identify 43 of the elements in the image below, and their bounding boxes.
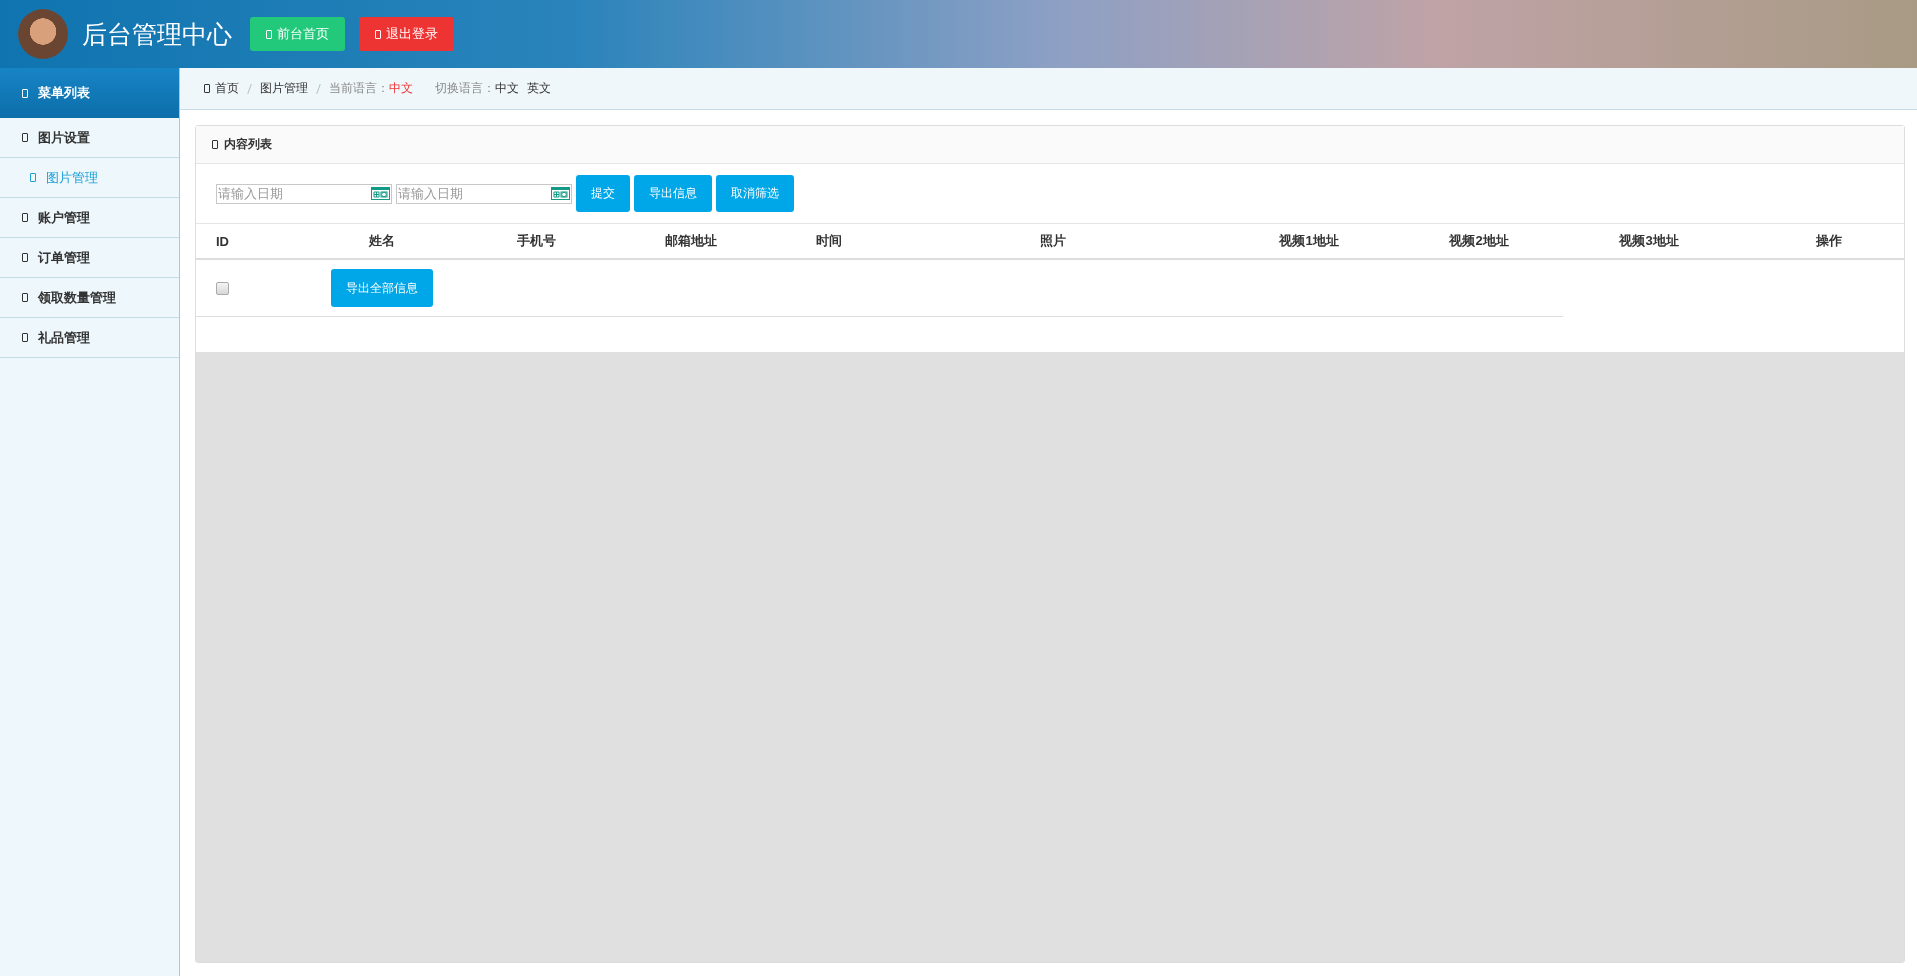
site-title: 后台管理中心 (82, 18, 232, 50)
column-header: 手机号 (515, 232, 557, 250)
column-header: 视频1地址 (1278, 232, 1340, 250)
column-header: 操作 (1814, 232, 1843, 250)
menu-item[interactable]: 领取数量管理 (0, 278, 179, 318)
panel-header: 内容列表 (196, 126, 1904, 164)
column-header: 姓名 (368, 232, 396, 250)
menu-item[interactable]: 订单管理 (0, 238, 179, 278)
square-icon (212, 140, 218, 149)
language-label: 当前语言： (329, 80, 389, 97)
square-icon (22, 253, 28, 262)
date-field[interactable]: 请输入日期 (216, 183, 392, 204)
square-icon (375, 29, 381, 39)
square-icon (22, 333, 28, 342)
avatar (18, 9, 68, 59)
column-header: 邮箱地址 (664, 232, 718, 250)
menu-item[interactable]: 礼品管理 (0, 318, 179, 358)
checkbox[interactable] (216, 281, 229, 295)
square-icon (22, 88, 28, 98)
calendar-icon (551, 186, 570, 200)
menu-header: 菜单列表 (0, 68, 179, 118)
square-icon (30, 173, 36, 182)
column-header: 视频2地址 (1448, 232, 1510, 250)
date-field[interactable]: 请输入日期 (396, 183, 572, 204)
logout-button[interactable]: 退出登录 (359, 17, 454, 51)
current-language: 中文 (389, 80, 413, 97)
square-icon (266, 29, 272, 39)
square-icon (22, 293, 28, 302)
switch-language-label: 切换语言： (435, 80, 495, 97)
square-icon (204, 84, 210, 93)
breadcrumb-link[interactable]: 首页 (204, 80, 239, 97)
column-header: ID (215, 233, 230, 249)
column-header: 时间 (815, 232, 843, 250)
column-header: 照片 (1039, 232, 1067, 250)
square-icon (22, 133, 28, 142)
calendar-icon (371, 186, 390, 200)
square-icon (22, 213, 28, 222)
breadcrumb-link[interactable]: 图片管理 (260, 80, 308, 97)
language-link[interactable]: 中文 (495, 80, 519, 97)
language-link[interactable]: 英文 (527, 80, 551, 97)
column-header: 视频3地址 (1618, 232, 1680, 250)
menu-item[interactable]: 账户管理 (0, 198, 179, 238)
menu-item[interactable]: 图片设置 (0, 118, 179, 158)
